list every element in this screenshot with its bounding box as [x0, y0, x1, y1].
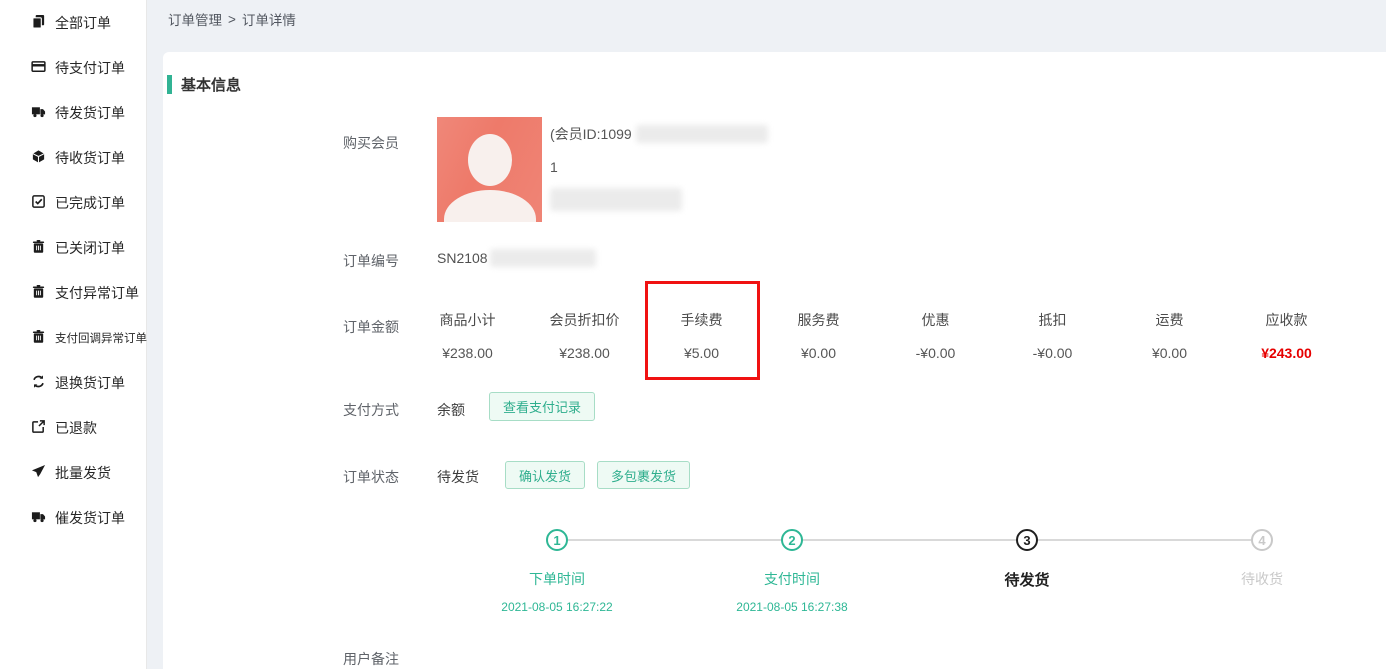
payment-method-label: 支付方式	[343, 400, 399, 420]
timeline-step-pending-receipt: 4 待收货	[1162, 529, 1362, 589]
order-no-value: SN2108	[437, 249, 596, 267]
payment-method-value: 余额	[437, 400, 465, 420]
sidebar-item-pending-receipt[interactable]: 待收货订单	[0, 135, 146, 180]
sidebar-item-label: 待发货订单	[55, 103, 125, 123]
sidebar-item-callback-exception[interactable]: 支付回调异常订单	[0, 315, 146, 360]
sidebar-item-label: 催发货订单	[55, 508, 125, 528]
sidebar-item-label: 已完成订单	[55, 193, 125, 213]
amount-col-handling-fee: 手续费 ¥5.00	[643, 310, 760, 361]
sidebar-item-all-orders[interactable]: 全部订单	[0, 0, 146, 45]
sidebar-item-completed[interactable]: 已完成订单	[0, 180, 146, 225]
truck-icon	[31, 509, 46, 527]
timeline-connector	[557, 539, 1262, 541]
amount-col-member-discount: 会员折扣价 ¥238.00	[526, 310, 643, 361]
package-icon	[31, 149, 46, 167]
step-circle-3: 3	[1016, 529, 1038, 551]
sidebar-item-label: 已退款	[55, 418, 97, 438]
amount-col-receivable: 应收款 ¥243.00	[1228, 310, 1345, 361]
avatar-sheen	[437, 117, 542, 222]
order-no-prefix: SN2108	[437, 250, 488, 266]
sidebar-item-batch-shipment[interactable]: 批量发货	[0, 450, 146, 495]
check-square-icon	[31, 194, 46, 212]
breadcrumb: 订单管理 > 订单详情	[147, 0, 1386, 52]
sidebar-item-return-exchange[interactable]: 退换货订单	[0, 360, 146, 405]
amount-breakdown: 商品小计 ¥238.00 会员折扣价 ¥238.00 手续费 ¥5.00 服务费…	[409, 310, 1345, 361]
breadcrumb-separator: >	[228, 12, 236, 27]
sidebar-item-closed[interactable]: 已关闭订单	[0, 225, 146, 270]
buyer-member-label: 购买会员	[343, 133, 399, 153]
step-circle-4: 4	[1251, 529, 1273, 551]
section-accent-bar	[167, 75, 172, 94]
order-amount-label: 订单金额	[343, 317, 399, 337]
sidebar-item-refunded[interactable]: 已退款	[0, 405, 146, 450]
redacted-order-no	[490, 249, 596, 267]
sidebar-item-pending-payment[interactable]: 待支付订单	[0, 45, 146, 90]
trash-icon	[31, 284, 46, 302]
member-line2-text: 1	[550, 159, 768, 175]
amount-col-promo: 优惠 -¥0.00	[877, 310, 994, 361]
orders-sidebar: 全部订单 待支付订单 待发货订单 待收货订单 已完成订单 已关闭订单 支付异常订…	[0, 0, 147, 669]
truck-icon	[31, 104, 46, 122]
amount-col-shipping: 运费 ¥0.00	[1111, 310, 1228, 361]
sidebar-item-label: 批量发货	[55, 463, 111, 483]
amount-col-goods-subtotal: 商品小计 ¥238.00	[409, 310, 526, 361]
order-detail-card: 基本信息 购买会员 (会员ID:1099 1 订单编号 SN2108 订单金额 …	[163, 52, 1386, 669]
copy-icon	[31, 14, 46, 32]
sidebar-item-label: 已关闭订单	[55, 238, 125, 258]
step-circle-2: 2	[781, 529, 803, 551]
trash-icon	[31, 329, 46, 347]
sidebar-item-pending-shipment[interactable]: 待发货订单	[0, 90, 146, 135]
order-no-label: 订单编号	[343, 251, 399, 271]
view-payment-records-button[interactable]: 查看支付记录	[489, 392, 595, 421]
member-avatar	[437, 117, 542, 222]
timeline-step-order-time: 1 下单时间 2021-08-05 16:27:22	[457, 529, 657, 614]
redacted-member-detail	[550, 188, 682, 211]
trash-icon	[31, 239, 46, 257]
order-status-label: 订单状态	[343, 467, 399, 487]
amount-col-service-fee: 服务费 ¥0.00	[760, 310, 877, 361]
send-icon	[31, 464, 46, 482]
credit-card-icon	[31, 59, 46, 77]
confirm-shipment-button[interactable]: 确认发货	[505, 461, 585, 489]
sidebar-item-label: 支付异常订单	[55, 283, 139, 303]
user-remarks-label: 用户备注	[343, 649, 399, 669]
step-circle-1: 1	[546, 529, 568, 551]
sidebar-item-label: 待支付订单	[55, 58, 125, 78]
sidebar-item-label: 支付回调异常订单	[55, 330, 147, 346]
multi-package-shipment-button[interactable]: 多包裹发货	[597, 461, 690, 489]
order-status-value: 待发货	[437, 467, 479, 487]
member-info: (会员ID:1099 1	[550, 124, 768, 211]
breadcrumb-order-management[interactable]: 订单管理	[168, 9, 222, 29]
timeline-step-pending-shipment: 3 待发货	[927, 529, 1127, 590]
sidebar-item-payment-exception[interactable]: 支付异常订单	[0, 270, 146, 315]
sidebar-item-urge-shipment[interactable]: 催发货订单	[0, 495, 146, 540]
refresh-icon	[31, 374, 46, 392]
breadcrumb-order-detail: 订单详情	[242, 9, 296, 29]
sidebar-item-label: 退换货订单	[55, 373, 125, 393]
sidebar-item-label: 待收货订单	[55, 148, 125, 168]
redacted-member-name	[636, 125, 768, 143]
section-title-basic-info: 基本信息	[181, 74, 241, 95]
sidebar-item-label: 全部订单	[55, 13, 111, 33]
timeline-step-payment-time: 2 支付时间 2021-08-05 16:27:38	[692, 529, 892, 614]
share-icon	[31, 419, 46, 437]
member-id-text: (会员ID:1099	[550, 124, 632, 144]
amount-col-deduction: 抵扣 -¥0.00	[994, 310, 1111, 361]
